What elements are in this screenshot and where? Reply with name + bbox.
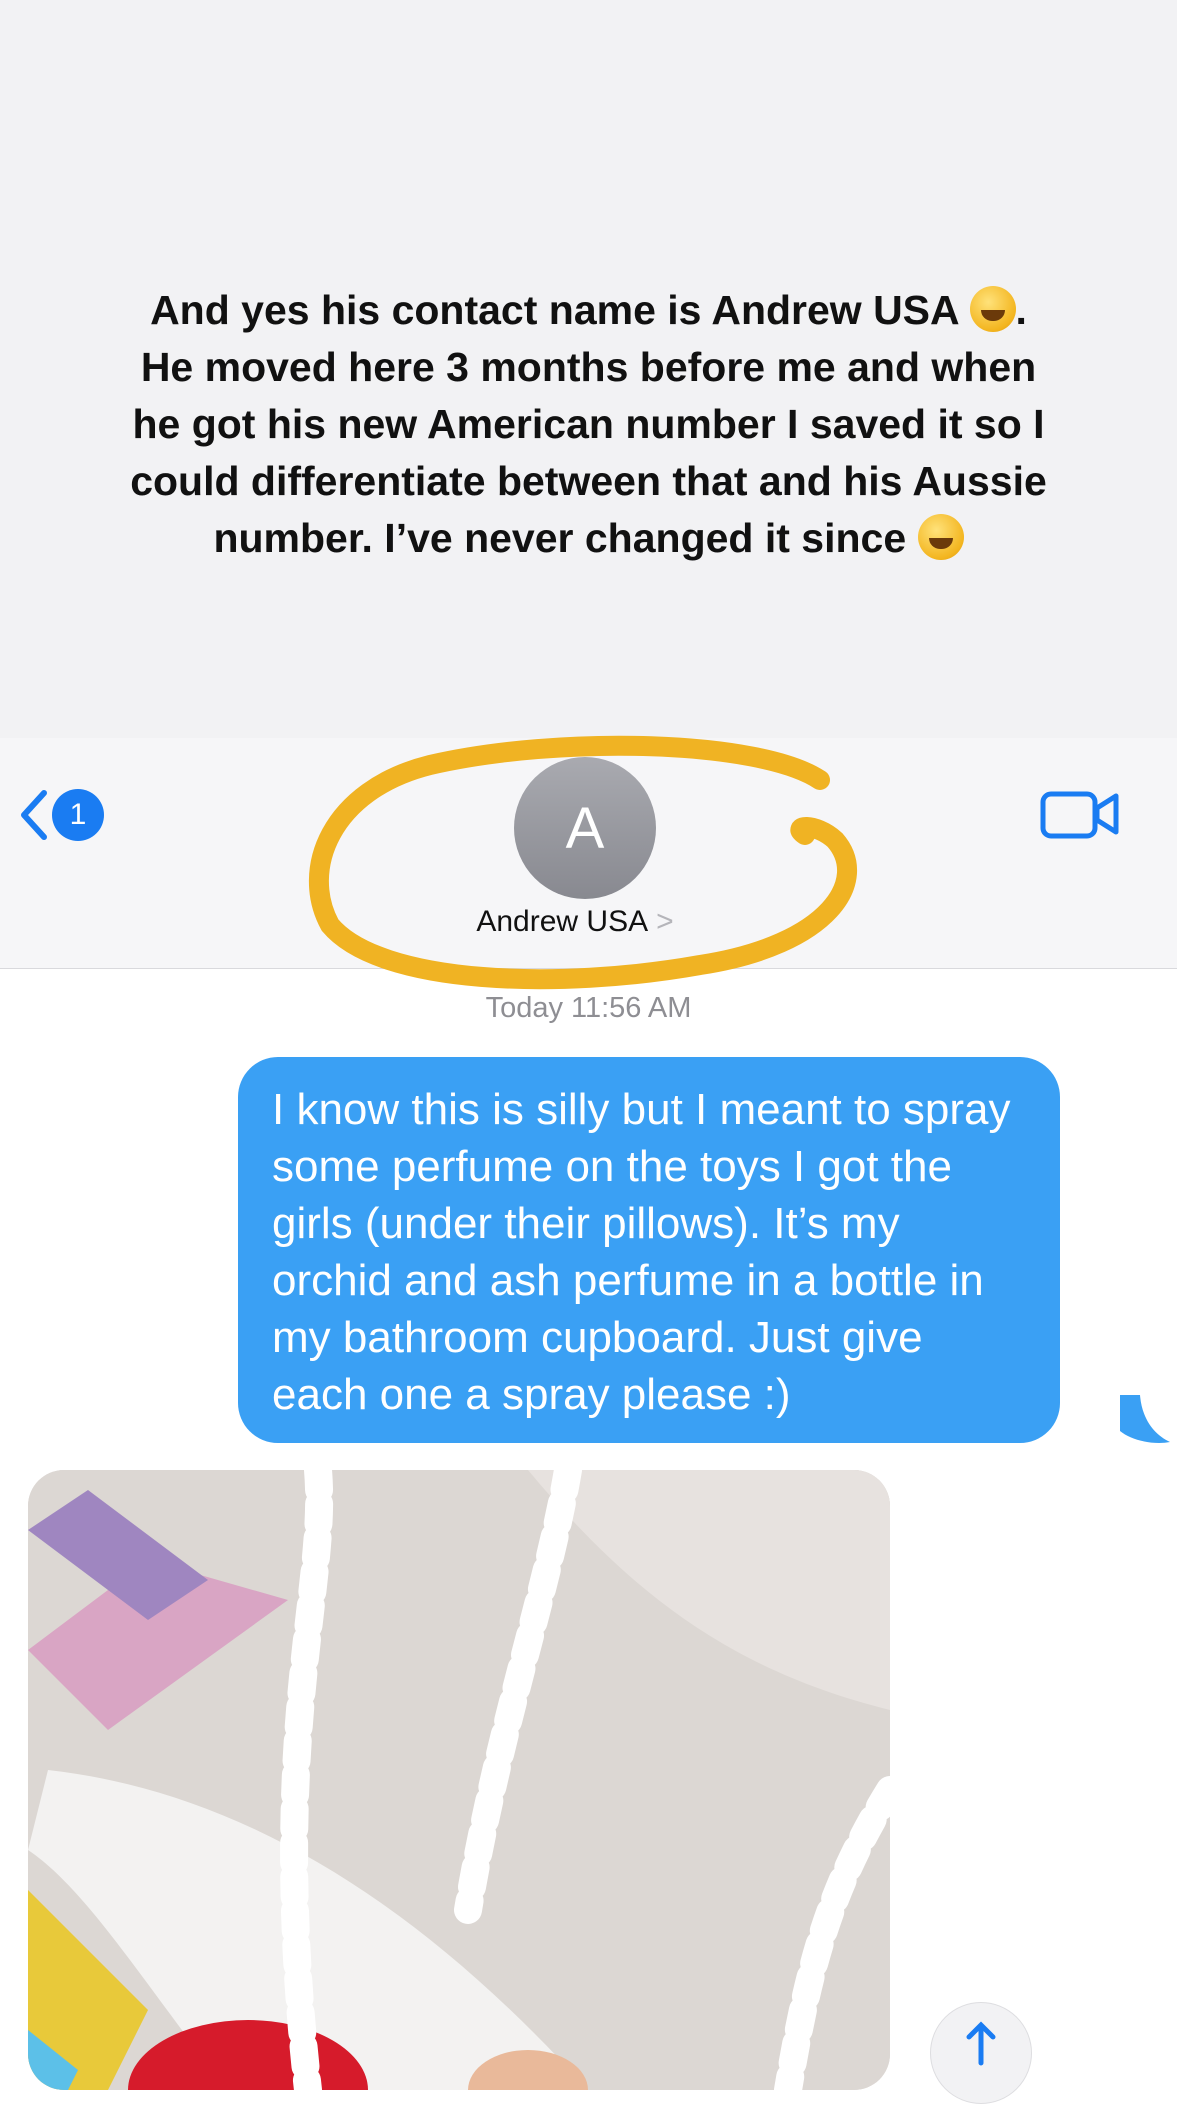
message-timestamp: Today 11:56 AM xyxy=(485,992,692,1024)
sent-message-bubble[interactable]: I know this is silly but I meant to spra… xyxy=(238,1057,1060,1443)
caption-line-start: And yes his contact name is Andrew USA xyxy=(150,287,959,333)
contact-avatar[interactable]: A xyxy=(514,757,656,899)
video-camera-icon[interactable] xyxy=(1040,786,1120,842)
share-button[interactable] xyxy=(930,2002,1032,2104)
chevron-right-icon: > xyxy=(656,905,674,938)
chevron-left-icon xyxy=(21,790,47,840)
contact-name-label: Andrew USA xyxy=(476,905,649,938)
photo-attachment[interactable] xyxy=(28,1470,890,2090)
share-icon xyxy=(966,2021,996,2066)
contact-name-button[interactable]: Andrew USA > xyxy=(430,905,720,939)
unread-count-badge: 1 xyxy=(52,789,104,841)
crib-photo-image xyxy=(28,1470,890,2090)
sweat-smile-emoji-icon xyxy=(917,514,964,560)
bubble-tail xyxy=(1120,1395,1170,1443)
message-text: I know this is silly but I meant to spra… xyxy=(272,1085,1011,1419)
story-caption: And yes his contact name is Andrew USA .… xyxy=(120,282,1057,567)
back-button[interactable]: 1 xyxy=(16,785,104,845)
laughing-emoji-icon xyxy=(969,286,1016,332)
